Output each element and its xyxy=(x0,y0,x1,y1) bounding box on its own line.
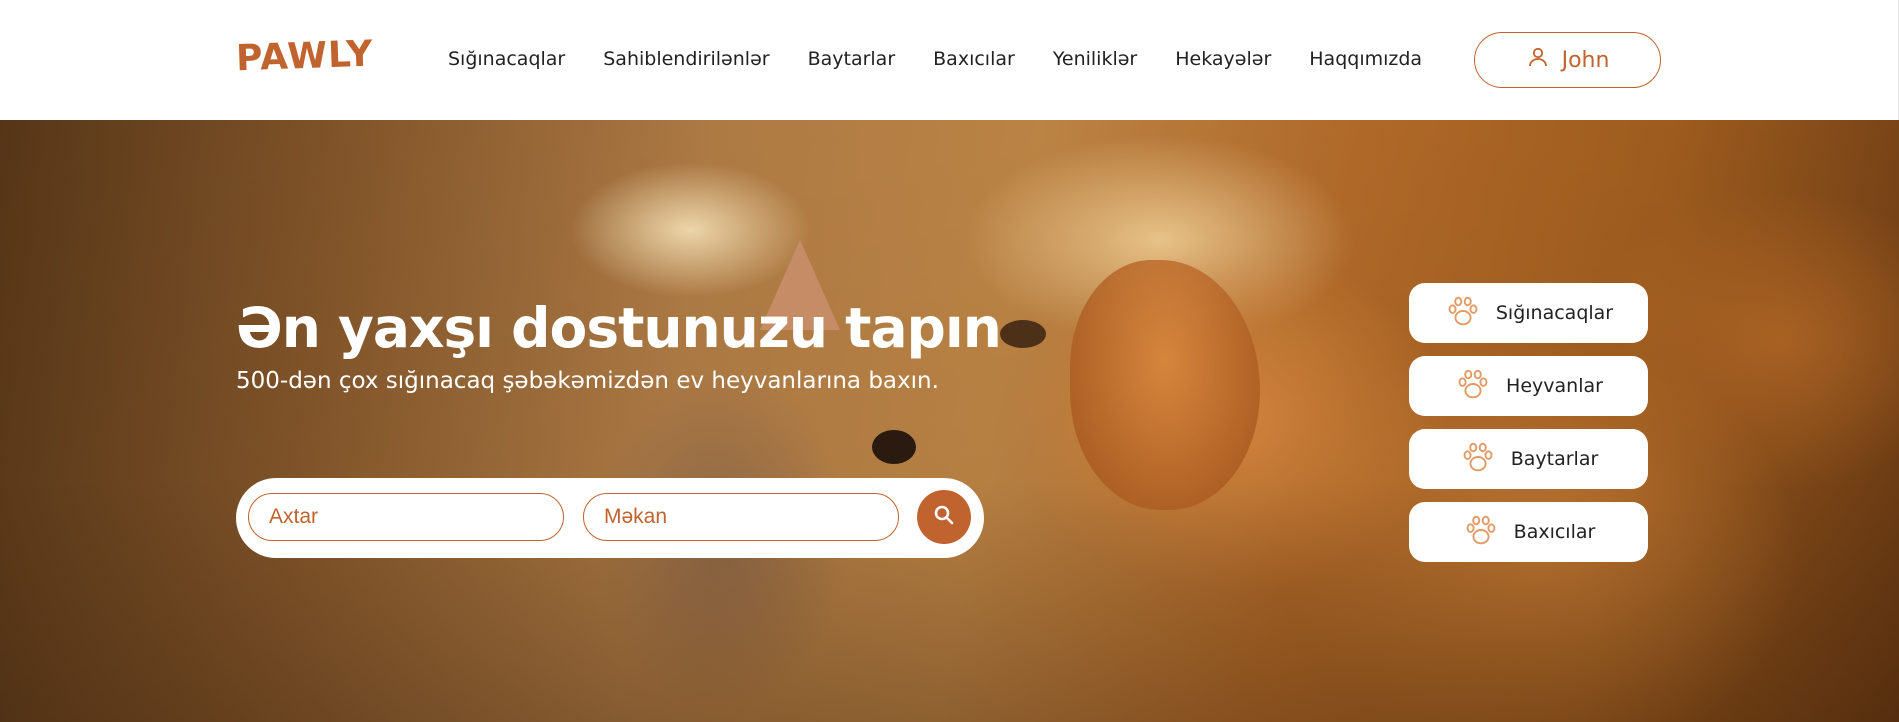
nav-item-vets[interactable]: Baytarlar xyxy=(808,48,896,70)
hero-photo-dog-nose xyxy=(872,430,916,464)
search-input[interactable] xyxy=(248,493,564,541)
main-nav: Sığınacaqlar Sahiblendirilənlər Baytarla… xyxy=(448,48,1422,70)
paw-icon xyxy=(1454,365,1492,408)
nav-item-caretakers[interactable]: Baxıcılar xyxy=(933,48,1015,70)
site-header: PAWLY Sığınacaqlar Sahiblendirilənlər Ba… xyxy=(0,0,1899,120)
quick-link-vets[interactable]: Baytarlar xyxy=(1409,429,1648,489)
location-input[interactable] xyxy=(583,493,899,541)
hero-photo-dog-eye xyxy=(1000,320,1046,348)
paw-icon xyxy=(1462,511,1500,554)
hero-subtitle: 500-dən çox sığınacaq şəbəkəmizdən ev he… xyxy=(236,368,939,394)
quick-link-label: Baxıcılar xyxy=(1513,521,1596,543)
search-icon xyxy=(932,503,956,531)
quick-link-label: Sığınacaqlar xyxy=(1495,302,1614,324)
nav-item-about[interactable]: Haqqımızda xyxy=(1309,48,1422,70)
quick-link-animals[interactable]: Heyvanlar xyxy=(1409,356,1648,416)
search-bar xyxy=(236,478,984,558)
user-account-button[interactable]: John xyxy=(1474,32,1661,88)
paw-icon xyxy=(1459,438,1497,481)
user-name: John xyxy=(1561,47,1610,73)
quick-link-label: Heyvanlar xyxy=(1506,375,1603,397)
nav-item-shelters[interactable]: Sığınacaqlar xyxy=(448,48,565,70)
quick-link-label: Baytarlar xyxy=(1510,448,1599,470)
paw-icon xyxy=(1444,292,1482,335)
nav-item-adopted[interactable]: Sahiblendirilənlər xyxy=(603,48,769,70)
nav-item-news[interactable]: Yeniliklər xyxy=(1053,48,1137,70)
quick-link-caretakers[interactable]: Baxıcılar xyxy=(1409,502,1648,562)
hero-text: Ən yaxşı dostunuzu tapın 500-dən çox sığ… xyxy=(236,296,1002,394)
pawly-logo[interactable]: PAWLY xyxy=(235,34,374,80)
hero-photo-dog xyxy=(1070,260,1260,510)
user-icon xyxy=(1526,45,1550,75)
search-button[interactable] xyxy=(917,490,971,544)
quick-link-shelters[interactable]: Sığınacaqlar xyxy=(1409,283,1648,343)
quick-links: Sığınacaqlar Heyvanlar Baytarlar Baxıcıl… xyxy=(1409,283,1648,562)
hero-section: Ən yaxşı dostunuzu tapın 500-dən çox sığ… xyxy=(0,120,1899,722)
hero-title: Ən yaxşı dostunuzu tapın xyxy=(236,296,1002,360)
nav-item-stories[interactable]: Hekayələr xyxy=(1175,48,1271,70)
